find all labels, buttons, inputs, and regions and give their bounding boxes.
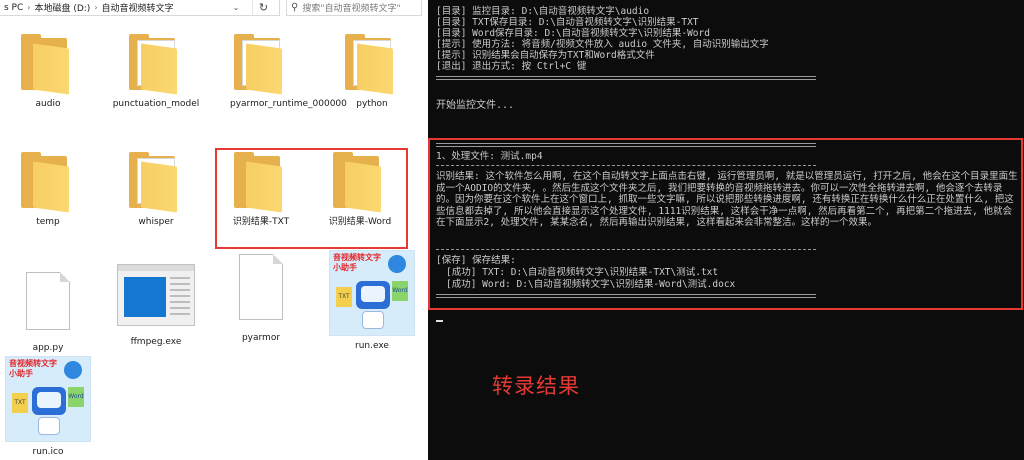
application-window-icon [117,264,195,326]
folder-icon [232,34,290,95]
search-icon: ⚲ [291,2,299,13]
item-label: temp [36,217,60,227]
folder-icon [19,152,77,213]
word-doc-icon: Word [68,387,84,407]
chevron-right-icon: › [27,3,31,12]
item-label: python [356,99,388,109]
microphone-icon [388,255,406,273]
folder-item[interactable]: whisper [108,152,204,228]
file-item[interactable]: app.py [0,262,96,354]
file-icon [26,272,70,330]
item-label: pyarmor [241,333,281,343]
file-item[interactable]: 音视频转文字小助手 TXT Word run.ico [0,356,96,458]
file-item[interactable]: pyarmor [213,254,309,344]
folder-item[interactable]: pyarmor_runtime_000000 [213,34,347,110]
item-label: pyarmor_runtime_000000 [230,99,347,109]
start-monitor-line: 开始监控文件... [436,100,515,111]
item-label: run.ico [32,447,64,457]
search-placeholder: 搜索"自动音视频转文字" [302,4,401,14]
console-line: [提示] 使用方法: 将音频/视频文件放入 audio 文件夹, 自动识别输出文… [436,39,769,50]
microphone-icon [64,361,82,379]
breadcrumb-this-pc[interactable]: s PC [2,3,25,13]
refresh-icon: ↻ [258,1,269,14]
file-item[interactable]: 音视频转文字小助手 TXT Word run.exe [324,250,420,352]
folder-item[interactable]: punctuation_model [108,34,204,110]
console-line: [提示] 识别结果会自动保存为TXT和Word格式文件 [436,50,655,61]
item-label: whisper [138,217,174,227]
divider [436,76,816,77]
divider [436,79,816,80]
breadcrumb-current-folder[interactable]: 自动音视频转文字 [100,1,176,14]
txt-doc-icon: TXT [12,393,28,413]
chevron-down-icon[interactable]: ⌄ [230,2,242,14]
folder-icon [19,34,77,95]
chevron-right-icon: › [94,3,98,12]
search-input[interactable]: ⚲ 搜索"自动音视频转文字" [286,0,422,16]
console-line: [目录] 监控目录: D:\自动音视频转文字\audio [436,6,650,17]
highlight-box [428,138,1023,310]
folder-icon [343,34,401,95]
item-label: run.exe [355,341,389,351]
breadcrumb-local-disk[interactable]: 本地磁盘 (D:) [32,1,92,14]
highlight-box [215,148,408,249]
item-label: ffmpeg.exe [130,337,182,347]
console-line: [目录] TXT保存目录: D:\自动音视频转文字\识别结果-TXT [436,17,699,28]
folder-item[interactable]: audio [0,34,96,110]
robot-app-icon: 音视频转文字小助手 TXT Word [5,356,91,442]
folder-icon [127,152,185,213]
file-item[interactable]: ffmpeg.exe [108,262,204,348]
console-line: [退出] 退出方式: 按 Ctrl+C 键 [436,61,587,72]
folder-icon [127,34,185,95]
folder-item[interactable]: temp [0,152,96,228]
item-label: audio [35,99,61,109]
text-cursor [436,320,443,322]
item-label: punctuation_model [112,99,200,109]
app-thumb-title: 音视频转文字小助手 [333,253,381,272]
console-window: [目录] 监控目录: D:\自动音视频转文字\audio [目录] TXT保存目… [428,0,1024,460]
annotation-caption: 转录结果 [492,374,580,398]
txt-doc-icon: TXT [336,287,352,307]
console-line: [目录] Word保存目录: D:\自动音视频转文字\识别结果-Word [436,28,710,39]
file-icon [239,254,283,320]
refresh-button[interactable]: ↻ [252,0,274,16]
word-doc-icon: Word [392,281,408,301]
robot-app-icon: 音视频转文字小助手 TXT Word [329,250,415,336]
folder-item[interactable]: python [324,34,420,110]
app-thumb-title: 音视频转文字小助手 [9,359,57,378]
item-label: app.py [32,343,64,353]
file-explorer: s PC › 本地磁盘 (D:) › 自动音视频转文字 ⌄ ↻ ⚲ 搜索"自动音… [0,0,428,460]
